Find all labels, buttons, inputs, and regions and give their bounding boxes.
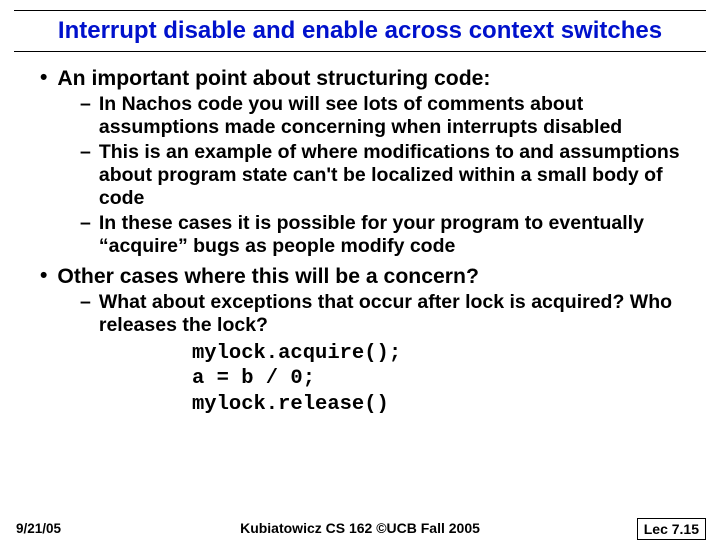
bullet-level2: – In these cases it is possible for your… [80,212,698,258]
footer-lecture-number: Lec 7.15 [637,518,706,540]
bullet-level1: • Other cases where this will be a conce… [40,264,698,289]
slide-body: • An important point about structuring c… [0,52,720,418]
bullet-text: An important point about structuring cod… [57,66,490,91]
bullet-text: In Nachos code you will see lots of comm… [99,93,698,139]
bullet-dash-icon: – [80,291,91,337]
bullet-dot-icon: • [40,264,47,289]
code-line: mylock.acquire(); [192,341,698,367]
bullet-dash-icon: – [80,141,91,210]
title-container: Interrupt disable and enable across cont… [14,10,706,52]
bullet-text: What about exceptions that occur after l… [99,291,698,337]
code-line: a = b / 0; [192,366,698,392]
bullet-level2: – This is an example of where modificati… [80,141,698,210]
bullet-dot-icon: • [40,66,47,91]
bullet-level2: – What about exceptions that occur after… [80,291,698,337]
bullet-text: This is an example of where modification… [99,141,698,210]
bullet-level1: • An important point about structuring c… [40,66,698,91]
slide: Interrupt disable and enable across cont… [0,10,720,550]
code-line: mylock.release() [192,392,698,418]
bullet-text: In these cases it is possible for your p… [99,212,698,258]
bullet-text: Other cases where this will be a concern… [57,264,479,289]
footer-center: Kubiatowicz CS 162 ©UCB Fall 2005 [0,520,720,536]
slide-title: Interrupt disable and enable across cont… [18,17,702,45]
code-block: mylock.acquire(); a = b / 0; mylock.rele… [192,341,698,418]
bullet-level2: – In Nachos code you will see lots of co… [80,93,698,139]
bullet-dash-icon: – [80,93,91,139]
bullet-dash-icon: – [80,212,91,258]
